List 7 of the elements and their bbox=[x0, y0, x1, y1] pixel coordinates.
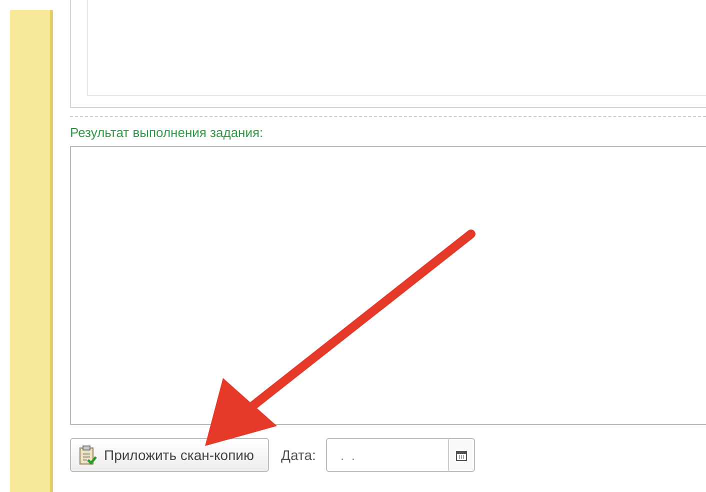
date-field[interactable]: . . bbox=[326, 438, 448, 472]
date-label: Дата: bbox=[281, 447, 316, 463]
clipboard-check-icon bbox=[79, 445, 97, 465]
section-label: Результат выполнения задания: bbox=[70, 125, 264, 140]
calendar-icon bbox=[456, 450, 467, 460]
attach-scan-button[interactable]: Приложить скан-копию bbox=[70, 438, 269, 472]
calendar-button[interactable] bbox=[448, 438, 475, 472]
